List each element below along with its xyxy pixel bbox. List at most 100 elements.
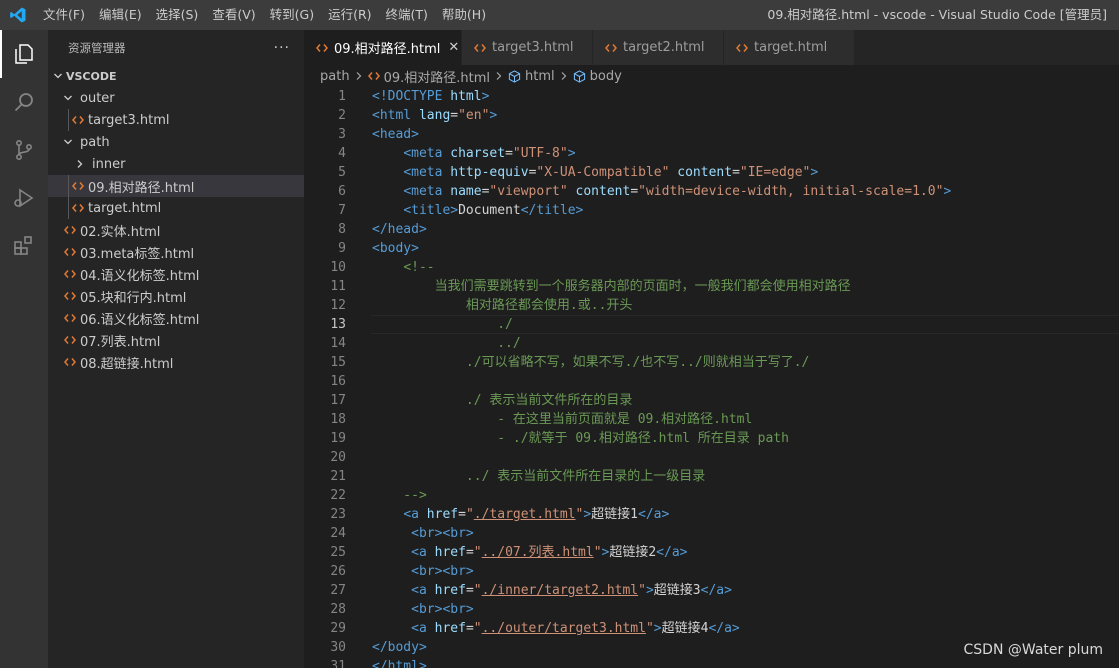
code-token: ./: [372, 317, 513, 332]
file-item[interactable]: 03.meta标签.html: [48, 241, 304, 263]
folder-item[interactable]: path: [48, 131, 304, 153]
chevron-down-icon: [60, 137, 76, 147]
code-token: <body>: [372, 241, 419, 256]
code-token: <br><br>: [411, 602, 474, 617]
line-number: 23: [330, 507, 346, 522]
code-text: <head>: [372, 125, 419, 144]
menu-item[interactable]: 选择(S): [149, 0, 206, 30]
menu-item[interactable]: 终端(T): [379, 0, 435, 30]
code-token: <!DOCTYPE: [372, 89, 451, 104]
html-file-icon: [736, 43, 748, 53]
watermark: CSDN @Water plum: [963, 642, 1104, 658]
source-control-icon[interactable]: [0, 126, 48, 174]
more-actions-icon[interactable]: ···: [274, 40, 290, 56]
workspace-root[interactable]: VSCODE: [48, 65, 304, 87]
code-token: >: [567, 146, 576, 161]
workspace-root-label: VSCODE: [66, 69, 117, 83]
extensions-icon[interactable]: [0, 222, 48, 270]
search-icon[interactable]: [0, 78, 48, 126]
code-line: 18 - 在这里当前页面就是 09.相对路径.html: [304, 410, 1119, 429]
explorer-icon[interactable]: [0, 30, 48, 78]
close-icon[interactable]: ✕: [448, 40, 459, 55]
folder-item[interactable]: outer: [48, 87, 304, 109]
menu-item[interactable]: 帮助(H): [435, 0, 493, 30]
code-token: ./可以省略不写，如果不写./也不写../则就相当于写了./: [372, 355, 810, 370]
html-file-icon: [605, 43, 617, 53]
code-token: ../outer/target3.html: [481, 621, 646, 636]
code-token: http-equiv: [450, 165, 529, 180]
code-line: 6 <meta name="viewport" content="width=d…: [304, 182, 1119, 201]
tree-item-label: 08.超链接.html: [80, 356, 174, 372]
explorer-sidebar: 资源管理器 ··· VSCODE outer target3.html path in…: [48, 30, 304, 668]
code-token: lang: [418, 108, 451, 123]
code-line: 21 ../ 表示当前文件所在目录的上一级目录: [304, 467, 1119, 486]
code-token: </html>: [372, 659, 427, 668]
breadcrumb-item[interactable]: path: [320, 69, 350, 84]
code-line: 5 <meta http-equiv = "X-UA-Compatible" con…: [304, 163, 1119, 182]
breadcrumb-item[interactable]: html: [525, 69, 555, 84]
line-number: 14: [330, 336, 346, 351]
code-token: "X-UA-Compatible": [536, 165, 670, 180]
code-token: href: [434, 621, 466, 636]
code-token: ../: [372, 336, 521, 351]
code-token: >: [489, 108, 498, 123]
breadcrumb-item[interactable]: 09.相对路径.html: [384, 67, 490, 86]
file-item[interactable]: 07.列表.html: [48, 329, 304, 351]
code-line: 3 <head>: [304, 125, 1119, 144]
code-token: <title>: [403, 203, 459, 218]
code-line: 20: [304, 448, 1119, 467]
line-number: 20: [330, 450, 346, 465]
code-line: 17 ./ 表示当前文件所在的目录: [304, 391, 1119, 410]
file-item[interactable]: 08.超链接.html: [48, 351, 304, 373]
editor-tab[interactable]: target2.html: [593, 30, 724, 65]
file-item[interactable]: 09.相对路径.html: [48, 175, 304, 197]
html-file-icon: [62, 225, 78, 235]
menu-item[interactable]: 查看(V): [205, 0, 262, 30]
line-number: 22: [330, 488, 346, 503]
line-number: 28: [330, 602, 346, 617]
code-line: 25 <a href="../07.列表.html">超链接2</a>: [304, 543, 1119, 562]
menu-item[interactable]: 编辑(E): [92, 0, 149, 30]
code-token: "UTF-8": [512, 146, 568, 161]
code-token: ./inner/target2.html: [481, 583, 639, 598]
file-item[interactable]: 06.语义化标签.html: [48, 307, 304, 329]
chevron-right-icon: [560, 71, 568, 81]
code-token: <meta: [403, 146, 451, 161]
symbol-html-icon: [508, 69, 521, 83]
code-token: "en": [458, 108, 490, 123]
code-editor[interactable]: 1 <!DOCTYPE html> 2 <html lang="en"> 3 <head>…: [304, 87, 1119, 668]
code-text: -->: [372, 486, 427, 505]
breadcrumb-item[interactable]: body: [590, 69, 622, 84]
code-token: "IE=edge": [739, 165, 811, 180]
editor-tab[interactable]: 09.相对路径.html ✕: [304, 30, 462, 65]
code-token: 超链接1: [591, 507, 638, 522]
line-number: 7: [338, 203, 346, 218]
indent-guide: [68, 197, 69, 219]
code-token: >: [481, 89, 490, 104]
file-item[interactable]: 04.语义化标签.html: [48, 263, 304, 285]
vscode-logo-icon: [0, 0, 36, 30]
menu-item[interactable]: 文件(F): [36, 0, 92, 30]
menu-bar: 文件(F) 编辑(E) 选择(S) 查看(V) 转到(G) 运行(R) 终端(T) 帮助(H): [36, 0, 493, 30]
editor-tab[interactable]: target.html: [724, 30, 855, 65]
tree-item-label: target.html: [88, 200, 162, 216]
file-item[interactable]: target3.html: [48, 109, 304, 131]
file-item[interactable]: 05.块和行内.html: [48, 285, 304, 307]
line-number: 21: [330, 469, 346, 484]
file-item[interactable]: 02.实体.html: [48, 219, 304, 241]
editor-tab[interactable]: target3.html: [462, 30, 593, 65]
line-number: 9: [338, 241, 346, 256]
file-item[interactable]: target.html: [48, 197, 304, 219]
line-number: 27: [330, 583, 346, 598]
code-text: ../: [372, 334, 521, 353]
menu-item[interactable]: 运行(R): [321, 0, 378, 30]
folder-item[interactable]: inner: [48, 153, 304, 175]
line-number: 19: [330, 431, 346, 446]
run-debug-icon[interactable]: [0, 174, 48, 222]
menu-item[interactable]: 转到(G): [263, 0, 321, 30]
code-token: Document: [458, 203, 521, 218]
